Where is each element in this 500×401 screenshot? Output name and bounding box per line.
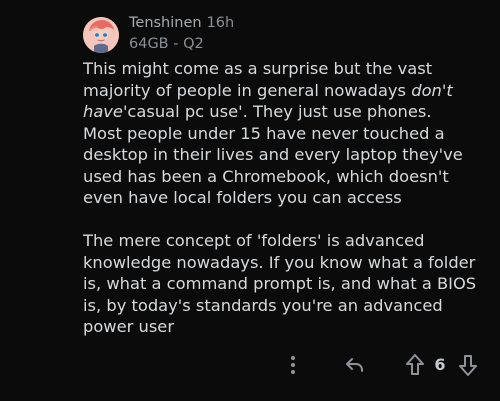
paragraph-1-line-2-text: majority of people in general nowadays (83, 80, 407, 100)
comment-actions: 6 (0, 345, 500, 385)
paragraph-2-line-4: is, by today's standards you're an advan… (83, 295, 443, 315)
reply-icon (344, 356, 366, 374)
reply-button[interactable] (340, 345, 370, 385)
paragraph-1: This might come as a surprise but the va… (83, 58, 493, 209)
paragraph-1-line-6: used has been a Chromebook, which doesn'… (83, 166, 449, 186)
paragraph-2: The mere concept of 'folders' is advance… (83, 230, 493, 338)
downvote-icon (457, 353, 479, 377)
user-flair: 64GB - Q2 (129, 36, 204, 52)
comment-body: This might come as a surprise but the va… (83, 58, 493, 338)
paragraph-1-line-7: even have local folders you can access (83, 188, 402, 207)
paragraph-1-line-3-text: 'casual pc use'. They just use phones. (122, 102, 432, 121)
username[interactable]: Tenshinen (129, 15, 202, 31)
paragraph-1-emphasis-have: have (83, 102, 123, 121)
paragraph-2-line-2: knowledge nowadays. If you know what a f… (83, 252, 476, 272)
paragraph-1-line-5: desktop in their lives and every laptop … (83, 145, 463, 164)
more-options-button[interactable] (283, 345, 303, 385)
comment: Tenshinen 16h 64GB - Q2 This might come a… (0, 0, 500, 401)
paragraph-1-line-4: Most people under 15 have never touched … (83, 123, 445, 143)
paragraph-1-line-2: majority of people in general nowadays d… (83, 80, 493, 102)
upvote-icon (404, 353, 426, 377)
paragraph-2-line-5: power user (83, 317, 175, 336)
upvote-button[interactable] (402, 345, 428, 385)
paragraph-1-line-3: have'casual pc use'. They just use phone… (83, 101, 493, 123)
comment-header: Tenshinen 16h (129, 15, 234, 31)
downvote-button[interactable] (455, 345, 481, 385)
paragraph-1-line-1: This might come as a surprise but the va… (83, 59, 433, 78)
score-count: 6 (434, 355, 446, 374)
more-vertical-icon (290, 355, 296, 375)
paragraph-1-emphasis-dont: don't (411, 80, 453, 100)
timestamp: 16h (206, 15, 235, 31)
paragraph-2-line-3: is, what a command prompt is, and what a… (83, 274, 477, 293)
avatar[interactable] (83, 17, 119, 53)
paragraph-2-line-1: The mere concept of 'folders' is advance… (83, 231, 425, 250)
